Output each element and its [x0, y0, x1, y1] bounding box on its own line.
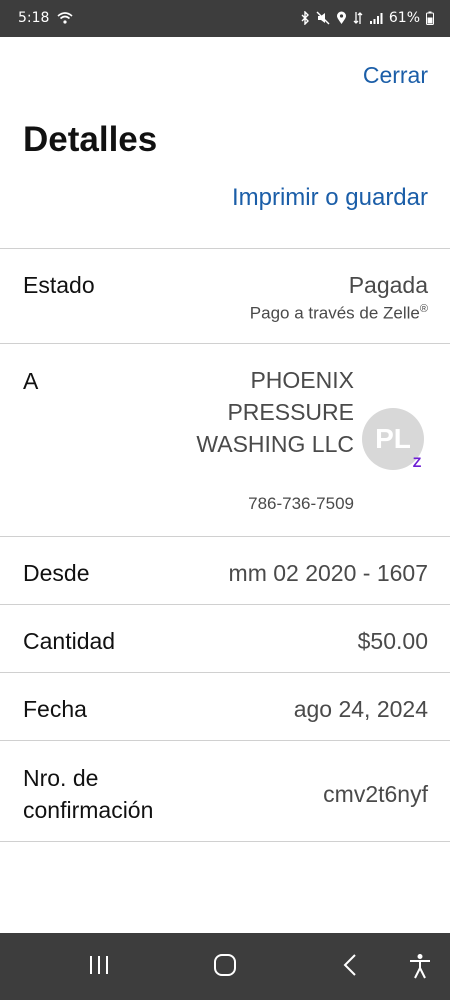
recipient-phone: 786-736-7509 [248, 494, 354, 513]
confirmation-label: Nro. de confirmación [23, 765, 154, 823]
back-icon[interactable] [342, 953, 358, 982]
print-or-save-button[interactable]: Imprimir o guardar [232, 184, 428, 212]
amount-label: Cantidad [23, 628, 116, 654]
avatar-initials: PL [375, 423, 411, 454]
battery-percentage: 61% [388, 10, 420, 26]
status-value: Pagada [348, 272, 428, 298]
zelle-badge-letter: Z [412, 454, 422, 470]
divider [0, 672, 450, 673]
page-title: Detalles [23, 120, 158, 159]
accessibility-icon[interactable] [408, 953, 432, 984]
status-time: 5:18 [18, 10, 50, 26]
divider [0, 343, 450, 344]
divider [0, 604, 450, 605]
payment-method-text: Pago a través de Zelle [249, 303, 420, 323]
divider [0, 536, 450, 537]
wifi-icon [57, 12, 73, 28]
signal-icon [369, 12, 383, 25]
from-label: Desde [23, 560, 90, 586]
confirmation-value: cmv2t6nyf [323, 781, 428, 807]
amount-value: $50.00 [357, 628, 428, 654]
close-button[interactable]: Cerrar [363, 62, 428, 89]
payment-method: Pago a través de Zelle® [250, 303, 428, 324]
from-value: mm 02 2020 - 1607 [228, 560, 428, 586]
navigation-bar [0, 933, 450, 1000]
battery-icon [426, 11, 434, 25]
divider [0, 841, 450, 842]
divider [0, 248, 450, 249]
registered-mark: ® [419, 303, 428, 315]
divider [0, 740, 450, 741]
status-icons: 61% [300, 10, 434, 26]
bluetooth-icon [300, 11, 310, 25]
status-label: Estado [23, 272, 95, 298]
zelle-icon: Z [407, 452, 427, 472]
recipient-name: PHOENIX PRESSURE WASHING LLC [196, 367, 354, 457]
data-icon [353, 11, 363, 25]
date-value: ago 24, 2024 [293, 696, 428, 722]
recipient-label: A [23, 368, 39, 394]
status-bar: 5:18 61% [0, 0, 450, 37]
date-label: Fecha [23, 696, 87, 722]
recent-apps-icon[interactable] [88, 953, 110, 982]
mute-icon [316, 11, 330, 25]
home-icon[interactable] [213, 953, 237, 982]
location-icon [336, 11, 347, 25]
